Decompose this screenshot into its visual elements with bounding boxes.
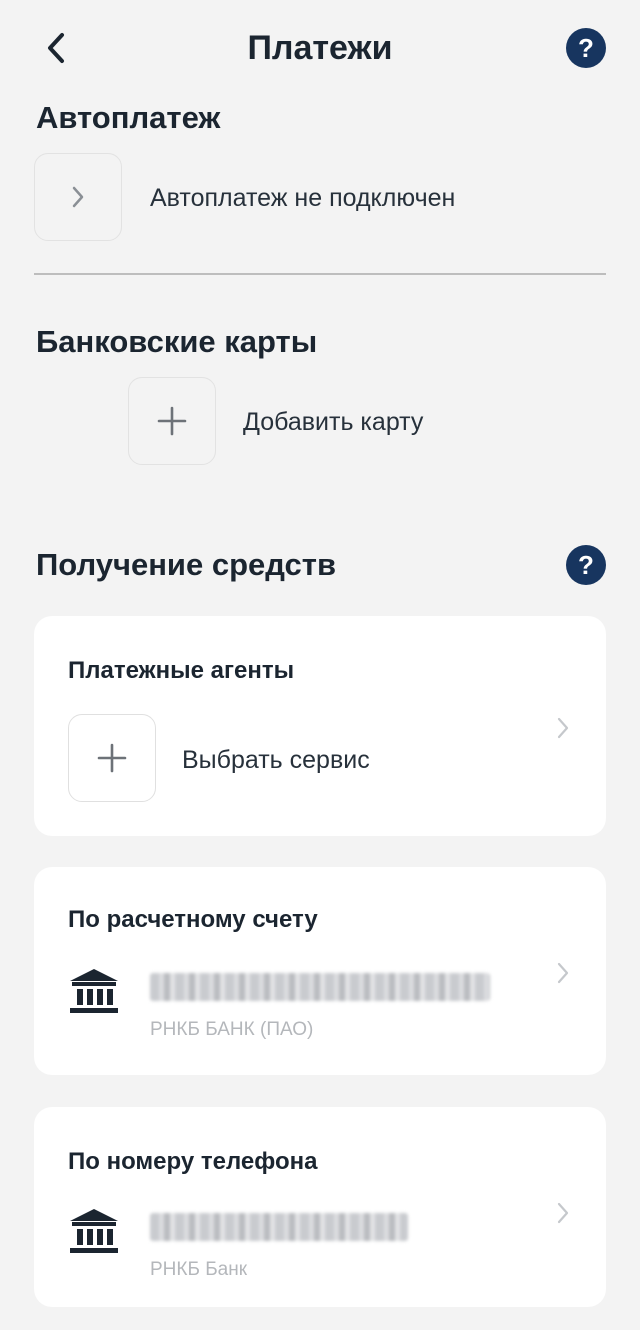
autopayment-open-button[interactable] — [34, 153, 122, 241]
autopayment-status[interactable]: Автоплатеж не подключен — [150, 183, 455, 213]
autopayment-title: Автоплатеж — [36, 100, 221, 135]
plus-icon — [97, 743, 127, 773]
bank-account-title: По расчетному счету — [68, 906, 318, 933]
receiving-funds-title: Получение средств — [36, 547, 337, 582]
bank-account-bank-name: РНКБ БАНК (ПАО) — [150, 1019, 314, 1040]
bank-building-icon — [70, 1209, 118, 1253]
question-icon: ? — [578, 549, 594, 580]
help-button[interactable]: ? — [566, 28, 606, 68]
question-icon: ? — [578, 32, 594, 63]
account-number-redacted — [150, 973, 490, 1001]
add-card-label[interactable]: Добавить карту — [243, 407, 423, 437]
chevron-right-icon — [557, 962, 569, 984]
add-card-button[interactable] — [128, 377, 216, 465]
select-service-label[interactable]: Выбрать сервис — [182, 745, 370, 775]
phone-number-card[interactable]: По номеру телефона РНКБ Банк — [34, 1107, 606, 1307]
receiving-funds-help-button[interactable]: ? — [566, 545, 606, 585]
phone-number-bank-name: РНКБ Банк — [150, 1259, 248, 1280]
plus-icon — [157, 406, 187, 436]
chevron-right-icon — [557, 717, 569, 739]
chevron-right-icon — [72, 186, 84, 208]
select-service-button[interactable] — [68, 714, 156, 802]
phone-number-redacted — [150, 1213, 408, 1241]
payment-agents-title: Платежные агенты — [68, 657, 295, 684]
chevron-right-icon — [557, 1202, 569, 1224]
bank-cards-title: Банковские карты — [36, 324, 318, 359]
bank-building-icon — [70, 969, 118, 1013]
bank-account-card[interactable]: По расчетному счету РНКБ БАНК (ПАО) — [34, 867, 606, 1075]
divider — [34, 273, 606, 275]
phone-number-title: По номеру телефона — [68, 1148, 318, 1175]
payment-agents-card[interactable]: Платежные агенты Выбрать сервис — [34, 616, 606, 836]
page-title: Платежи — [247, 29, 393, 67]
